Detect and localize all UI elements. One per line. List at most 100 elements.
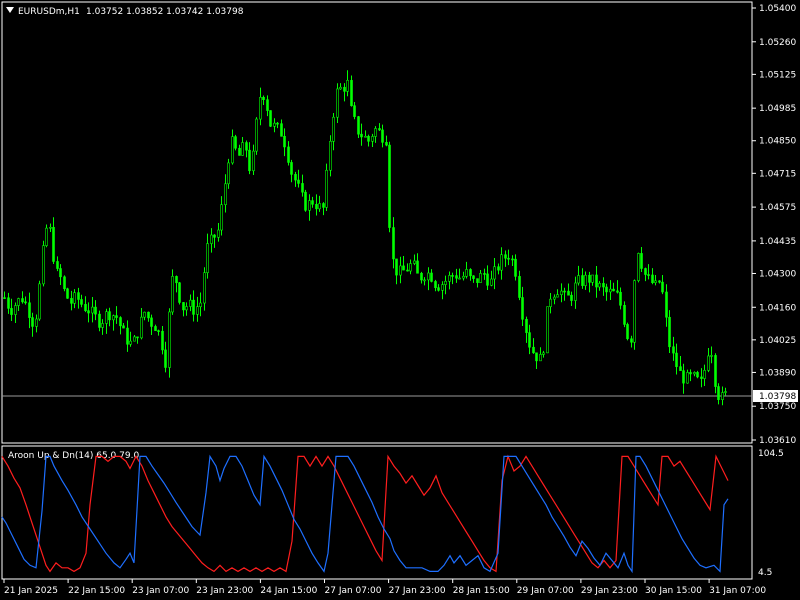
candle-body xyxy=(147,311,150,319)
candle-body xyxy=(248,149,251,172)
candle-body xyxy=(525,318,528,333)
candle-body xyxy=(528,332,531,348)
candle-body xyxy=(409,263,412,272)
symbol-label: EURUSDm,H1 xyxy=(18,7,80,17)
candle-body xyxy=(483,273,486,275)
candle-body xyxy=(458,277,461,280)
candle-body xyxy=(346,80,349,92)
candle-series xyxy=(3,70,727,406)
candle-body xyxy=(497,266,500,271)
candle-body xyxy=(294,174,297,181)
candle-body xyxy=(304,191,307,211)
time-tick-label: 21 Jan 2025 xyxy=(4,586,58,596)
candle-body xyxy=(581,275,584,286)
indicator-pane[interactable] xyxy=(1,445,753,580)
candle-body xyxy=(588,274,591,283)
candle-body xyxy=(682,370,685,384)
candle-body xyxy=(637,253,640,281)
candle-body xyxy=(308,200,311,211)
candle-body xyxy=(129,340,132,345)
candle-body xyxy=(413,260,416,264)
candle-body xyxy=(486,273,489,286)
candle-body xyxy=(616,290,619,293)
candle-body xyxy=(315,204,318,210)
candle-body xyxy=(297,179,300,184)
candle-body xyxy=(119,317,122,327)
candle-body xyxy=(357,116,360,135)
candle-body xyxy=(290,162,293,175)
candle-body xyxy=(724,391,727,393)
candle-body xyxy=(35,318,38,327)
candle-body xyxy=(122,325,125,329)
candle-body xyxy=(287,146,290,163)
candle-body xyxy=(395,258,398,276)
candle-body xyxy=(322,203,325,208)
candle-body xyxy=(259,96,262,120)
candle-body xyxy=(332,116,335,142)
candle-body xyxy=(371,136,374,142)
time-tick-label: 29 Jan 23:00 xyxy=(581,586,638,596)
candle-body xyxy=(570,294,573,301)
candle-body xyxy=(17,298,20,306)
candle-body xyxy=(668,316,671,348)
candle-body xyxy=(567,290,570,296)
candle-body xyxy=(609,288,612,293)
candle-body xyxy=(584,274,587,286)
price-tick-label: 1.05400 xyxy=(759,4,796,14)
candle-body xyxy=(619,291,622,306)
candle-body xyxy=(133,336,136,342)
price-tick-label: 1.03890 xyxy=(759,368,796,378)
candle-body xyxy=(329,141,332,171)
candle-body xyxy=(500,254,503,271)
candle-body xyxy=(136,336,139,339)
time-tick-label: 23 Jan 23:00 xyxy=(196,586,253,596)
price-tick-label: 1.03750 xyxy=(759,402,796,412)
candle-body xyxy=(98,313,101,328)
candle-body xyxy=(427,272,430,281)
candle-body xyxy=(532,346,535,354)
candle-body xyxy=(70,298,73,304)
candle-body xyxy=(262,96,265,100)
candle-body xyxy=(406,269,409,272)
candle-body xyxy=(623,304,626,325)
candle-body xyxy=(87,310,90,314)
candle-body xyxy=(595,274,598,288)
candle-body xyxy=(63,276,66,290)
candle-body xyxy=(154,326,157,331)
candle-body xyxy=(381,129,384,143)
price-axis: 1.05400 1.05260 1.05125 1.04985 1.04850 1.047… xyxy=(752,4,796,446)
candle-body xyxy=(21,298,24,303)
candle-body xyxy=(353,105,356,117)
candle-body xyxy=(66,288,69,299)
candle-body xyxy=(203,272,206,304)
candle-body xyxy=(658,280,661,283)
ohlc-label: 1.03752 1.03852 1.03742 1.03798 xyxy=(86,7,244,17)
chevron-down-icon[interactable] xyxy=(6,7,14,13)
candle-body xyxy=(157,330,160,332)
price-tick-label: 1.04850 xyxy=(759,137,796,147)
candle-body xyxy=(31,317,34,327)
trading-chart[interactable]: EURUSDm,H1 1.03752 1.03852 1.03742 1.037… xyxy=(0,0,800,600)
main-pane[interactable] xyxy=(1,1,753,444)
candle-body xyxy=(714,355,717,387)
indicator-scale-max: 104.5 xyxy=(758,449,784,459)
candle-body xyxy=(399,265,402,276)
candle-body xyxy=(553,296,556,300)
time-tick-label: 22 Jan 15:00 xyxy=(68,586,125,596)
price-tick-label: 1.04985 xyxy=(759,104,796,114)
candle-body xyxy=(598,283,601,288)
candle-body xyxy=(56,261,59,269)
candle-body xyxy=(665,291,668,318)
time-tick-label: 31 Jan 07:00 xyxy=(709,586,766,596)
candle-body xyxy=(423,279,426,282)
candle-body xyxy=(647,274,650,276)
candle-body xyxy=(164,349,167,368)
candle-body xyxy=(472,275,475,279)
candle-body xyxy=(490,278,493,286)
candle-body xyxy=(633,280,636,343)
candle-body xyxy=(10,308,13,315)
candle-body xyxy=(108,311,111,321)
candle-body xyxy=(217,229,220,238)
candle-body xyxy=(721,392,724,400)
price-tick-label: 1.04300 xyxy=(759,269,796,279)
